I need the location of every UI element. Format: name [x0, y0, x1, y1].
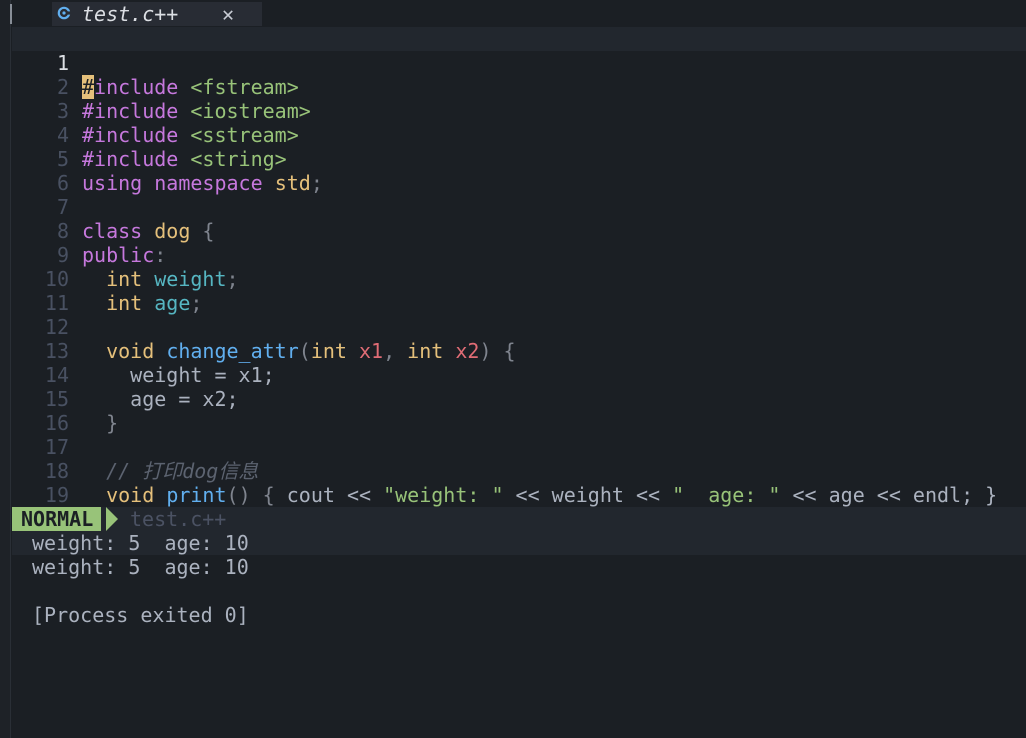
mode-indicator: NORMAL [12, 507, 102, 531]
code-editor[interactable]: 1 #include <fstream> 2 #include <iostrea… [12, 27, 1026, 555]
code-line: 19 [12, 459, 1026, 507]
terminal-line: [Process exited 0] [32, 603, 249, 627]
code-line: 4 #include <string> [12, 99, 1026, 171]
code-line: 18 void print() { cout << "weight: " << … [12, 435, 1026, 507]
code-line: 10 int age; [12, 243, 1026, 315]
code-line: 11 [12, 267, 1026, 315]
tab-test-cpp[interactable]: test.c++ ✕ [52, 2, 262, 26]
code-line: 6 [12, 147, 1026, 195]
code-line: 9 int weight; [12, 219, 1026, 291]
status-line: NORMAL test.c++ [12, 507, 1026, 531]
close-icon[interactable]: ✕ [222, 2, 234, 26]
code-line: 3 #include <sstream> [12, 75, 1026, 147]
terminal-line: weight: 5 age: 10 [12, 531, 1026, 555]
code-line: 15 } [12, 363, 1026, 435]
code-line: 7 class dog { [12, 171, 1026, 243]
code-line: 16 [12, 387, 1026, 435]
code-line: 17 // 打印dog信息 [12, 411, 1026, 483]
left-gutter [0, 0, 11, 738]
code-line: 8 public: [12, 195, 1026, 267]
terminal-line: weight: 5 age: 10 [32, 555, 249, 579]
code-line: 2 #include <iostream> [12, 51, 1026, 123]
tab-bar: test.c++ ✕ [12, 0, 1026, 28]
status-filename: test.c++ [130, 507, 227, 531]
code-line: 5 using namespace std; [12, 123, 1026, 195]
mode-separator [106, 507, 118, 531]
code-line: 20 dog() {} [12, 483, 1026, 555]
terminal-output[interactable]: weight: 5 age: 10 weight: 5 age: 10 [Pro… [12, 531, 1026, 738]
code-line: 1 #include <fstream> [12, 27, 1026, 99]
code-line: 12 void change_attr(int x1, int x2) { [12, 291, 1026, 363]
code-line: 13 weight = x1; [12, 315, 1026, 387]
cpp-file-icon [57, 6, 71, 20]
code-line: 14 age = x2; [12, 339, 1026, 411]
tab-title: test.c++ [82, 2, 179, 26]
